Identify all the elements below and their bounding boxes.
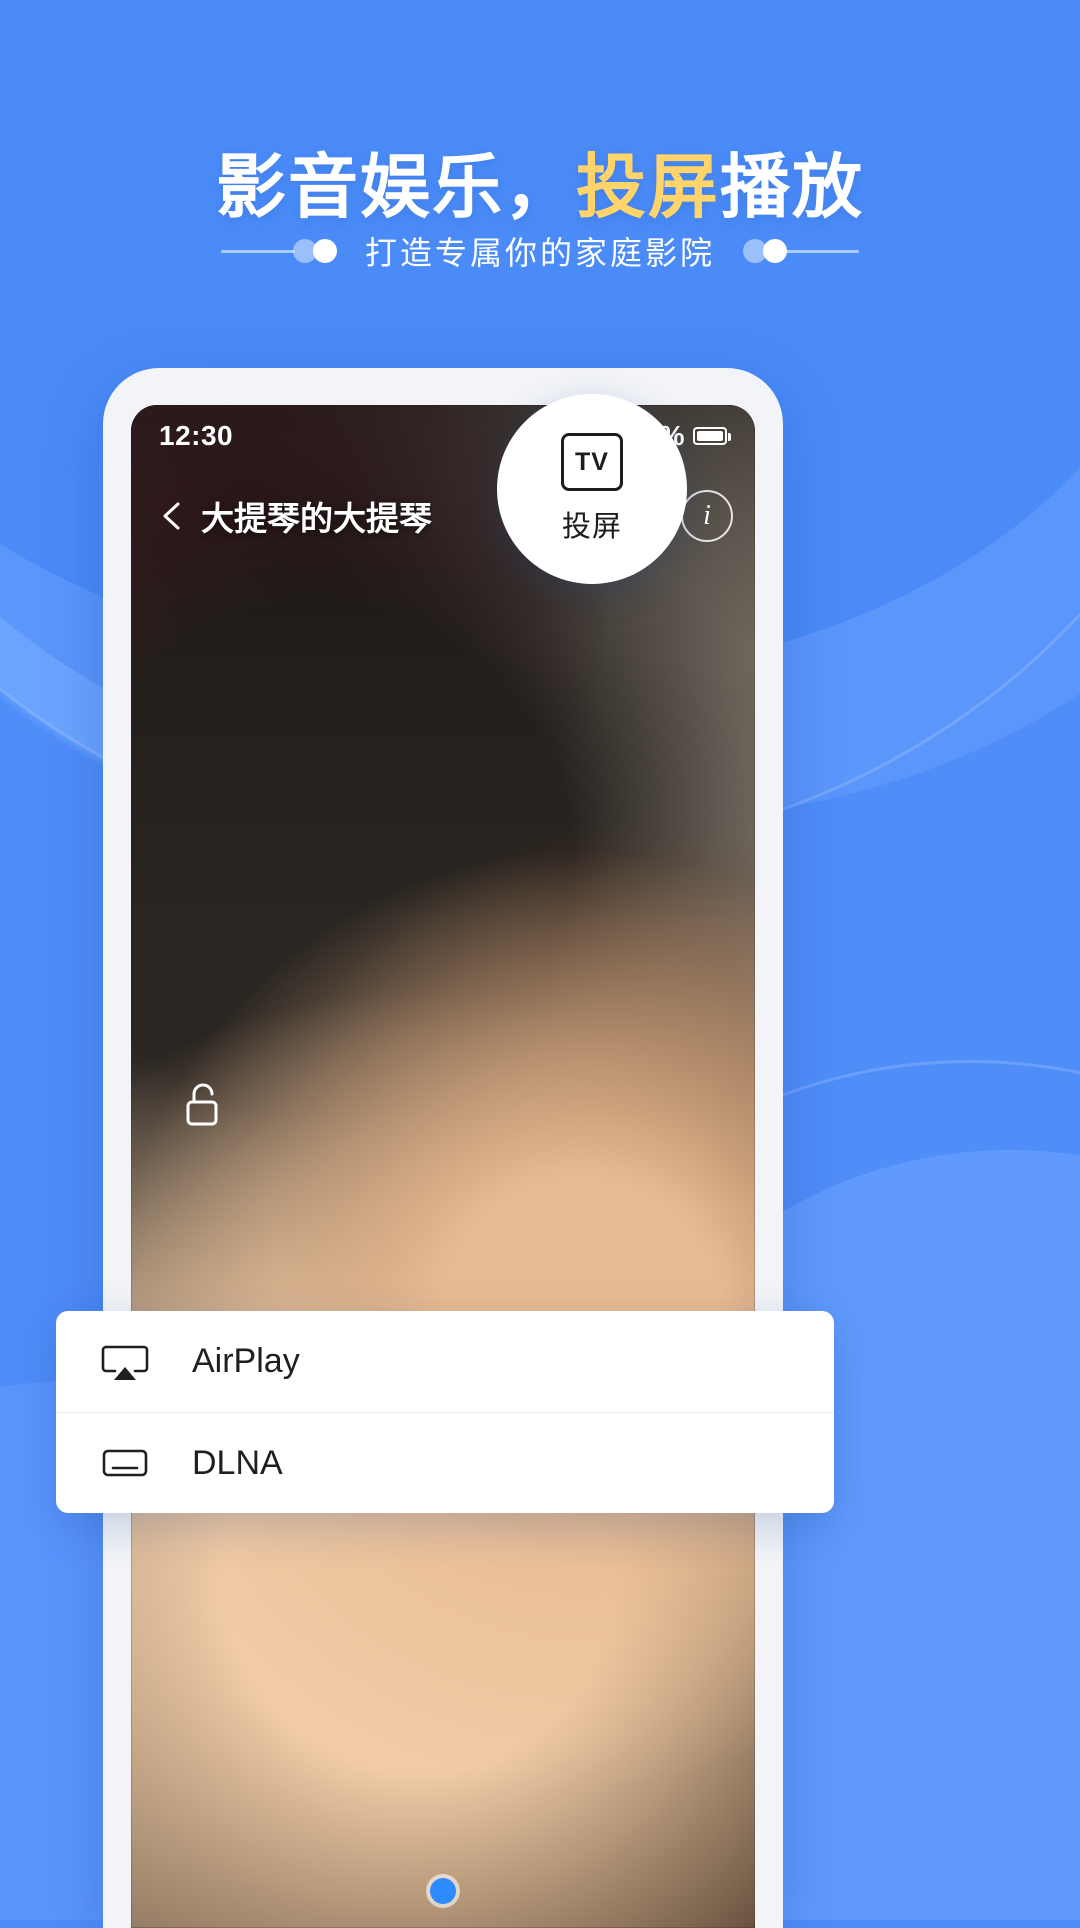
decoration-dot-solid bbox=[312, 239, 337, 263]
status-bar-time: 12:30 bbox=[159, 420, 234, 451]
progress-handle[interactable] bbox=[430, 1878, 456, 1904]
list-item-label: DLNA bbox=[192, 1443, 283, 1482]
promo-subtitle-row: 打造专属你的家庭影院 bbox=[0, 228, 1080, 274]
phone-mockup: 12:30 100% 大提琴的大提琴 i bbox=[103, 368, 783, 1928]
cast-callout-label: 投屏 bbox=[561, 511, 622, 543]
promo-headline: 影音娱乐，投屏播放 bbox=[0, 131, 1080, 232]
subtitle-decoration-right bbox=[743, 239, 859, 263]
promo-subtitle: 打造专属你的家庭影院 bbox=[364, 235, 715, 271]
subtitle-decoration-left bbox=[220, 239, 337, 263]
decoration-bar bbox=[785, 249, 859, 253]
list-item-label: AirPlay bbox=[192, 1342, 300, 1380]
headline-part-1: 影音娱乐， bbox=[216, 148, 576, 226]
video-title: 大提琴的大提琴 bbox=[201, 500, 432, 537]
decoration-bar bbox=[220, 249, 295, 253]
chevron-left-icon[interactable] bbox=[153, 496, 193, 536]
battery-icon bbox=[693, 427, 731, 445]
dlna-icon bbox=[100, 1441, 150, 1485]
tv-icon: TV bbox=[561, 433, 623, 491]
unlock-icon[interactable] bbox=[175, 1077, 229, 1131]
cast-callout[interactable]: TV 投屏 bbox=[497, 394, 687, 584]
airplay-icon bbox=[100, 1340, 150, 1384]
cast-options-sheet: AirPlay DLNA bbox=[56, 1311, 834, 1513]
list-item[interactable]: DLNA bbox=[56, 1412, 834, 1513]
list-item[interactable]: AirPlay bbox=[56, 1311, 834, 1412]
headline-highlight: 投屏 bbox=[576, 148, 720, 226]
phone-screen: 12:30 100% 大提琴的大提琴 i bbox=[131, 405, 755, 1928]
headline-part-2: 播放 bbox=[720, 148, 864, 226]
info-icon[interactable]: i bbox=[681, 490, 733, 542]
decoration-dot-solid bbox=[763, 239, 787, 263]
video-top-scrim bbox=[131, 405, 755, 1928]
